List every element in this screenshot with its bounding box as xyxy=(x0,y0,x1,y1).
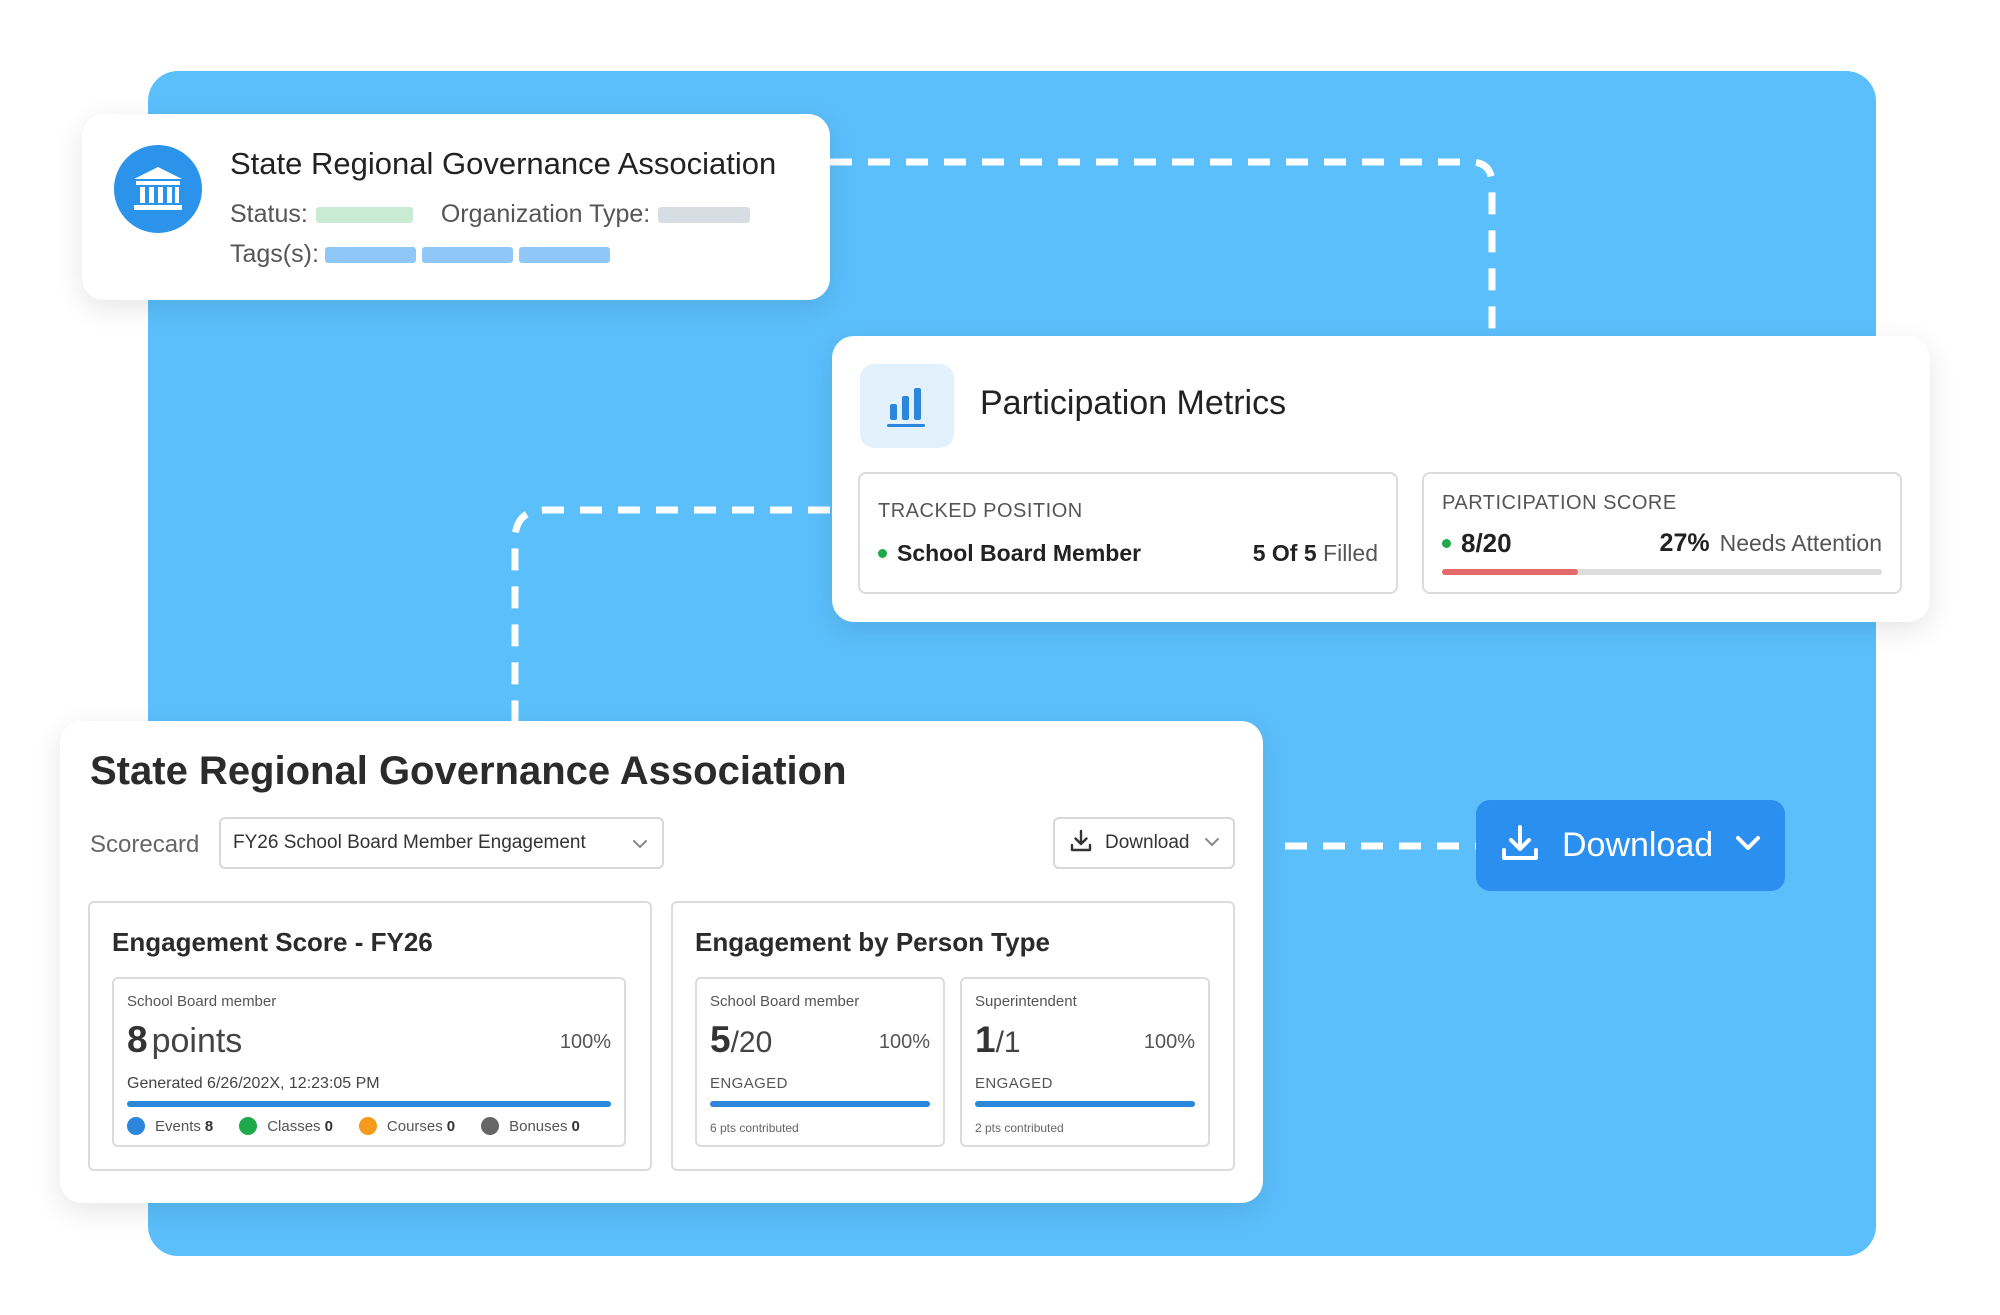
download-button[interactable]: Download xyxy=(1476,800,1785,891)
filled-count: 5 Of 5 xyxy=(1252,540,1317,566)
legend-label: Classes xyxy=(267,1117,321,1135)
legend-count: 0 xyxy=(571,1117,580,1135)
organization-type-label: Organization Type: xyxy=(440,200,651,228)
tags-label: Tags(s): xyxy=(230,240,319,268)
legend-count: 0 xyxy=(446,1117,456,1135)
tag-placeholder xyxy=(324,246,416,263)
scorecard-select-value: FY26 School Board Member Engagement xyxy=(233,832,586,853)
person-type-value: 1/1 xyxy=(975,1019,1021,1061)
points-value: 8 xyxy=(127,1019,148,1060)
download-button-label: Download xyxy=(1562,826,1714,864)
person-type-box: School Board member 5/20 100% ENGAGED 6 … xyxy=(695,977,945,1147)
legend-dot xyxy=(481,1117,500,1135)
scorecard-label: Scorecard xyxy=(90,831,200,858)
person-type-progress xyxy=(710,1101,930,1107)
person-type-percent: 100% xyxy=(1143,1031,1195,1053)
chevron-down-icon xyxy=(1735,835,1761,856)
status-dot xyxy=(1442,539,1451,548)
legend-count: 8 xyxy=(204,1117,214,1135)
participation-score-label: PARTICIPATION SCORE xyxy=(1442,492,1677,514)
engagement-by-person-type-panel: Engagement by Person Type School Board m… xyxy=(671,901,1235,1171)
person-type-progress-fill xyxy=(710,1101,930,1107)
generated-timestamp: Generated 6/26/202X, 12:23:05 PM xyxy=(127,1075,380,1092)
engagement-progress xyxy=(127,1101,611,1107)
person-type-progress-fill xyxy=(975,1101,1195,1107)
engaged-label: ENGAGED xyxy=(710,1075,788,1092)
chevron-down-icon xyxy=(1204,834,1220,852)
engagement-progress-fill xyxy=(127,1101,611,1107)
engagement-score-title: Engagement Score - FY26 xyxy=(112,927,433,957)
engagement-score-panel: Engagement Score - FY26 School Board mem… xyxy=(88,901,652,1171)
engagement-role: School Board member xyxy=(127,993,277,1010)
engagement-legend: Events 8 Classes 0 Courses 0 Bonuses 0 xyxy=(127,1117,606,1135)
engaged-count: 1 xyxy=(975,1019,996,1060)
legend-dot xyxy=(358,1117,377,1135)
engagement-percent: 100% xyxy=(559,1031,611,1053)
points-contributed: 6 pts contributed xyxy=(710,1121,799,1135)
legend-dot xyxy=(239,1117,258,1135)
person-type-value: 5/20 xyxy=(710,1019,772,1061)
filled-suffix: Filled xyxy=(1323,540,1378,566)
person-type-role: School Board member xyxy=(710,993,860,1010)
tracked-position-row: School Board Member 5 Of 5 Filled xyxy=(878,540,1378,567)
bank-building-icon xyxy=(114,145,202,233)
tracked-position-box: TRACKED POSITION School Board Member 5 O… xyxy=(858,472,1398,594)
person-type-box: Superintendent 1/1 100% ENGAGED 2 pts co… xyxy=(960,977,1210,1147)
tracked-position-label: TRACKED POSITION xyxy=(878,500,1083,522)
participation-score-status: Needs Attention xyxy=(1719,530,1882,556)
legend-label: Courses xyxy=(386,1117,443,1135)
engagement-by-person-type-title: Engagement by Person Type xyxy=(695,927,1050,957)
legend-dot xyxy=(127,1117,145,1135)
scorecard-download-button[interactable]: Download xyxy=(1053,817,1235,869)
download-icon xyxy=(1069,829,1093,858)
bar-chart-icon xyxy=(860,364,954,448)
filled-status: 5 Of 5 Filled xyxy=(1253,540,1378,567)
participation-metrics-card: Participation Metrics TRACKED POSITION S… xyxy=(832,336,1930,622)
person-type-progress xyxy=(975,1101,1195,1107)
legend-item-courses: Courses 0 xyxy=(358,1117,456,1135)
person-type-role: Superintendent xyxy=(975,993,1077,1010)
legend-label: Events xyxy=(155,1117,201,1135)
points-unit: points xyxy=(151,1022,243,1060)
organization-status-row: Status: Organization Type: xyxy=(230,200,751,229)
scorecard-title: State Regional Governance Association xyxy=(90,749,847,793)
tag-placeholder xyxy=(421,246,513,263)
participation-score-value: 8/20 xyxy=(1461,528,1512,558)
participation-score-percent: 27% xyxy=(1659,529,1710,557)
engaged-total: /1 xyxy=(995,1026,1021,1059)
legend-label: Bonuses xyxy=(509,1117,568,1135)
scorecard-download-label: Download xyxy=(1105,832,1190,853)
organization-type-placeholder xyxy=(658,206,751,223)
scorecard-card: State Regional Governance Association Sc… xyxy=(60,721,1263,1203)
legend-item-classes: Classes 0 xyxy=(239,1117,333,1135)
person-type-percent: 100% xyxy=(878,1031,930,1053)
engaged-total: /20 xyxy=(730,1026,773,1059)
participation-score-progress xyxy=(1442,569,1882,575)
participation-metrics-title: Participation Metrics xyxy=(980,384,1287,422)
organization-card[interactable]: State Regional Governance Association St… xyxy=(82,114,830,300)
status-label: Status: xyxy=(230,200,308,228)
organization-tags-row: Tags(s): xyxy=(230,240,610,269)
engagement-score-box: School Board member 8 points 100% Generat… xyxy=(112,977,626,1147)
participation-score-progress-fill xyxy=(1442,569,1579,575)
chevron-down-icon xyxy=(632,836,648,854)
legend-count: 0 xyxy=(324,1117,333,1135)
participation-score-box: PARTICIPATION SCORE 8/20 27% Needs Atten… xyxy=(1422,472,1902,594)
legend-item-bonuses: Bonuses 0 xyxy=(481,1117,580,1135)
engagement-points: 8 points xyxy=(127,1019,242,1061)
status-placeholder xyxy=(315,206,413,223)
organization-title: State Regional Governance Association xyxy=(230,146,777,181)
points-contributed: 2 pts contributed xyxy=(975,1121,1064,1135)
scorecard-select[interactable]: FY26 School Board Member Engagement xyxy=(219,817,664,869)
engaged-count: 5 xyxy=(710,1019,731,1060)
status-dot xyxy=(878,549,887,558)
tracked-position-name: School Board Member xyxy=(897,540,1142,566)
tag-placeholder xyxy=(518,246,610,263)
participation-score-row: 8/20 27% Needs Attention xyxy=(1442,528,1882,559)
download-icon xyxy=(1500,823,1540,868)
engaged-label: ENGAGED xyxy=(975,1075,1053,1092)
legend-item-events: Events 8 xyxy=(127,1117,213,1135)
